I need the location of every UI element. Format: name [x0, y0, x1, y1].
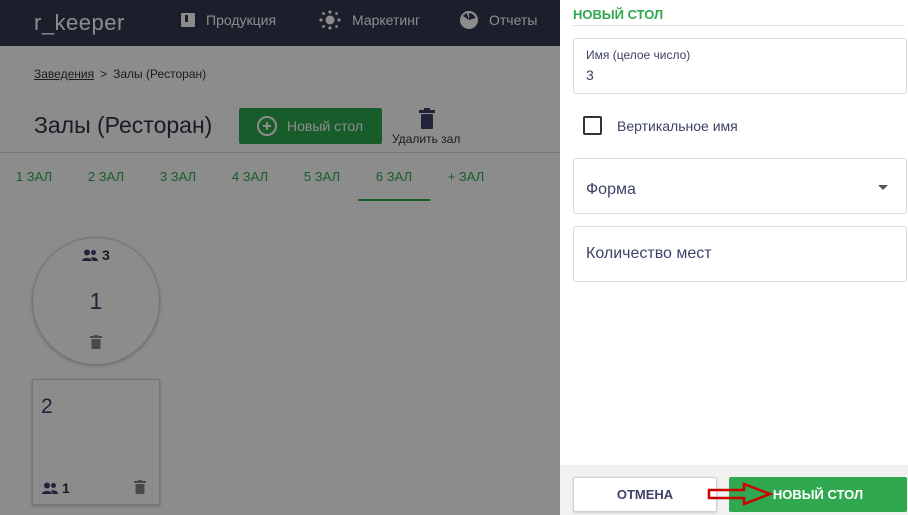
tab-add-hall[interactable]: + ЗАЛ: [430, 153, 502, 201]
seats-count-placeholder: Количество мест: [586, 245, 712, 263]
trash-icon[interactable]: [134, 480, 146, 494]
table-card-2[interactable]: 2 1: [32, 379, 160, 505]
tab-hall-3[interactable]: 3 ЗАЛ: [142, 153, 214, 201]
page-title: Залы (Ресторан): [34, 112, 212, 139]
chevron-down-icon: [878, 185, 888, 190]
new-table-panel: НОВЫЙ СТОЛ Имя (целое число) 3 Вертикаль…: [560, 0, 908, 515]
table-seats: 1: [42, 480, 70, 496]
app-background: r_keeper Продукция Маркетинг: [0, 0, 560, 515]
vertical-name-label: Вертикальное имя: [617, 118, 738, 134]
tab-hall-6[interactable]: 6 ЗАЛ: [358, 153, 430, 201]
nav-item-marketing[interactable]: Маркетинг: [318, 0, 420, 40]
tab-hall-2[interactable]: 2 ЗАЛ: [70, 153, 142, 201]
table-seats-count: 1: [62, 480, 70, 496]
breadcrumb-current: Залы (Ресторан): [113, 67, 206, 81]
vertical-name-option[interactable]: Вертикальное имя: [583, 116, 738, 135]
nav-item-reports[interactable]: Отчеты: [459, 0, 537, 40]
top-navigation-bar: r_keeper Продукция Маркетинг: [0, 0, 560, 46]
nav-item-label: Продукция: [206, 12, 276, 28]
breadcrumb-link-venues[interactable]: Заведения: [34, 67, 94, 81]
app-logo: r_keeper: [34, 10, 125, 36]
red-arrow-annotation-icon: [706, 481, 774, 507]
new-table-button[interactable]: Новый стол: [239, 108, 382, 144]
tab-hall-5[interactable]: 5 ЗАЛ: [286, 153, 358, 201]
nav-item-products[interactable]: Продукция: [180, 0, 276, 40]
nav-item-label: Отчеты: [489, 12, 537, 28]
delete-hall-button[interactable]: Удалить зал: [392, 108, 462, 146]
table-name-field[interactable]: Имя (целое число) 3: [573, 38, 907, 94]
people-icon: [42, 482, 58, 494]
hall-tabs: 1 ЗАЛ 2 ЗАЛ 3 ЗАЛ 4 ЗАЛ 5 ЗАЛ 6 ЗАЛ + ЗА…: [0, 153, 560, 201]
chart-pie-icon: [459, 10, 479, 30]
nav-item-label: Маркетинг: [352, 12, 420, 28]
shape-select[interactable]: Форма: [573, 158, 907, 214]
trash-icon[interactable]: [90, 335, 102, 349]
panel-title-divider: [573, 25, 905, 26]
delete-hall-label: Удалить зал: [392, 132, 462, 146]
breadcrumb: Заведения > Залы (Ресторан): [34, 67, 206, 81]
table-seats: 3: [82, 247, 110, 263]
add-circle-icon: [257, 116, 277, 136]
table-seats-count: 3: [102, 247, 110, 263]
table-name-field-value: 3: [586, 67, 594, 83]
shape-select-placeholder: Форма: [586, 181, 636, 199]
table-card-1[interactable]: 3 1: [32, 237, 160, 365]
vertical-name-checkbox[interactable]: [583, 116, 602, 135]
table-name-field-label: Имя (целое число): [586, 48, 690, 62]
tab-hall-1[interactable]: 1 ЗАЛ: [0, 153, 70, 201]
book-icon: [180, 12, 196, 28]
trash-icon: [417, 108, 437, 130]
table-name: 1: [33, 288, 159, 315]
panel-title: НОВЫЙ СТОЛ: [573, 7, 663, 22]
marketing-icon: [318, 10, 342, 30]
cancel-button[interactable]: ОТМЕНА: [573, 477, 717, 512]
people-icon: [82, 249, 98, 261]
table-name: 2: [41, 395, 53, 419]
tab-hall-4[interactable]: 4 ЗАЛ: [214, 153, 286, 201]
seats-count-field[interactable]: Количество мест: [573, 226, 907, 282]
new-table-button-label: Новый стол: [287, 118, 363, 134]
breadcrumb-separator: >: [100, 67, 107, 81]
